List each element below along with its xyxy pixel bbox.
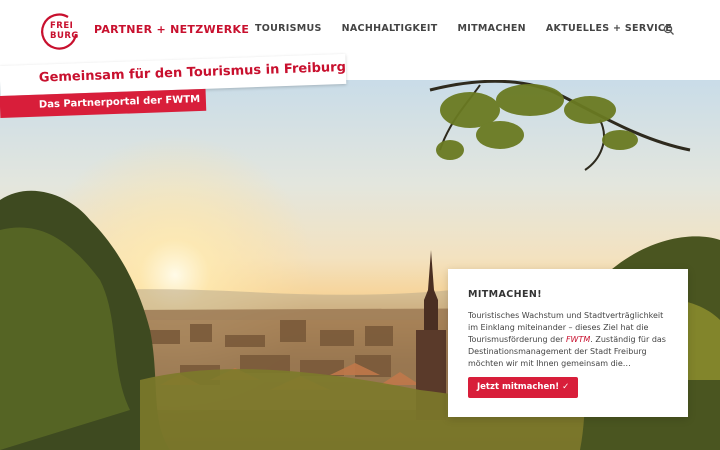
brand-name[interactable]: PARTNER + NETZWERKE [94, 23, 249, 36]
logo-text-line-2: BURG [50, 31, 79, 41]
nav-item-aktuelles-service[interactable]: AKTUELLES + SERVICE [546, 23, 672, 34]
nav-item-mitmachen[interactable]: MITMACHEN [458, 23, 526, 34]
logo-text-line-1: FREI [50, 21, 74, 31]
nav-item-tourismus[interactable]: TOURISMUS [255, 23, 322, 34]
card-body-fwtm: FWTM [565, 335, 591, 344]
mitmachen-card: MITMACHEN! Touristisches Wachstum und St… [448, 269, 688, 417]
card-heading: MITMACHEN! [468, 289, 542, 300]
search-icon[interactable] [662, 22, 676, 36]
jetzt-mitmachen-button[interactable]: Jetzt mitmachen! ✓ [468, 377, 579, 398]
hero-title: Gemeinsam für den Tourismus in Freiburg [38, 59, 347, 86]
card-body: Touristisches Wachstum und Stadtverträgl… [468, 310, 668, 370]
nav-item-nachhaltigkeit[interactable]: NACHHALTIGKEIT [342, 23, 438, 34]
freiburg-logo[interactable]: FREI BURG [38, 10, 82, 54]
main-nav: TOURISMUS NACHHALTIGKEIT MITMACHEN AKTUE… [255, 23, 672, 34]
hero-subtitle: Das Partnerportal der FWTM [38, 94, 201, 111]
logo-wordmark: FREI BURG [50, 21, 79, 41]
